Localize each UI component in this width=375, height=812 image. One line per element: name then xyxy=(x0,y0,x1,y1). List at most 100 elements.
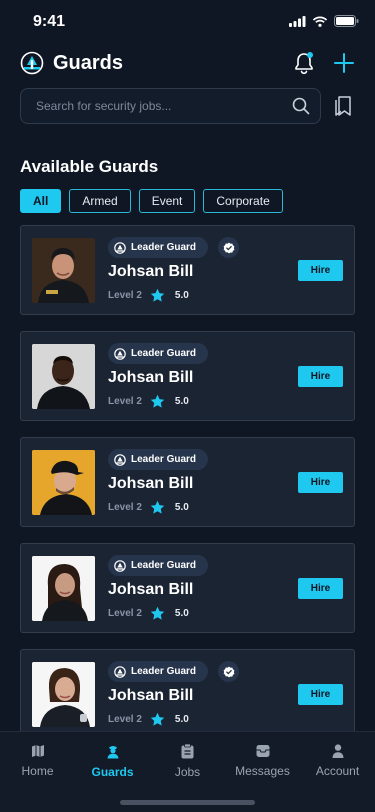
nav-home-label: Home xyxy=(21,764,54,778)
guard-meta: Level 2 5.0 xyxy=(108,712,189,727)
search-input[interactable] xyxy=(36,99,292,113)
guard-badge-icon xyxy=(114,559,126,572)
notifications-button[interactable] xyxy=(293,51,315,75)
hire-button[interactable]: Hire xyxy=(298,260,343,281)
guard-icon xyxy=(107,746,118,759)
badge-label: Leader Guard xyxy=(131,454,197,465)
guard-level: Level 2 xyxy=(108,608,142,619)
star-icon xyxy=(150,606,165,620)
hire-button[interactable]: Hire xyxy=(298,472,343,493)
filter-armed[interactable]: Armed xyxy=(69,189,131,213)
guard-level: Level 2 xyxy=(108,396,142,407)
search-button[interactable] xyxy=(292,97,310,115)
search-box xyxy=(20,88,321,124)
guards-list: Leader Guard Johsan Bill Level 2 5.0 Hir… xyxy=(20,225,355,731)
guard-photo xyxy=(32,344,95,409)
guard-meta: Level 2 5.0 xyxy=(108,500,189,515)
guard-name: Johsan Bill xyxy=(108,263,194,280)
status-time: 9:41 xyxy=(33,13,66,30)
guard-rating: 5.0 xyxy=(174,608,189,619)
star-icon xyxy=(150,500,165,514)
guard-badge-icon xyxy=(114,347,126,360)
signal-icon xyxy=(289,15,306,27)
guard-rating: 5.0 xyxy=(174,396,189,407)
guard-card[interactable]: Leader Guard Johsan Bill Level 2 5.0 Hir… xyxy=(20,543,355,633)
filter-corporate[interactable]: Corporate xyxy=(203,189,283,213)
verified-icon xyxy=(223,242,234,253)
saved-jobs-button[interactable] xyxy=(331,94,355,118)
account-icon xyxy=(332,744,343,758)
header-actions xyxy=(293,51,355,75)
header: Guards xyxy=(20,48,355,78)
section-title: Available Guards xyxy=(20,157,159,176)
search-row xyxy=(20,88,355,124)
guard-level: Level 2 xyxy=(108,714,142,725)
leader-guard-badge: Leader Guard xyxy=(108,343,209,364)
hire-button[interactable]: Hire xyxy=(298,366,343,387)
leader-guard-badge: Leader Guard xyxy=(108,555,209,576)
hire-button[interactable]: Hire xyxy=(298,684,343,705)
search-icon xyxy=(292,97,310,115)
filter-chips: All Armed Event Corporate xyxy=(20,189,283,213)
verified-icon xyxy=(223,666,234,677)
guard-photo xyxy=(32,450,95,515)
guard-name: Johsan Bill xyxy=(108,581,194,598)
leader-guard-badge: Leader Guard xyxy=(108,237,209,258)
plus-icon xyxy=(334,53,354,73)
nav-home[interactable]: Home xyxy=(0,732,75,812)
guard-name: Johsan Bill xyxy=(108,369,194,386)
guard-card[interactable]: Leader Guard Johsan Bill Level 2 5.0 Hir… xyxy=(20,331,355,421)
bell-icon xyxy=(295,52,313,75)
status-icons xyxy=(289,15,359,27)
nav-jobs-label: Jobs xyxy=(174,765,201,779)
messages-icon xyxy=(256,745,269,757)
guard-rating: 5.0 xyxy=(174,714,189,725)
nav-account[interactable]: Account xyxy=(300,732,375,812)
guard-meta: Level 2 5.0 xyxy=(108,606,189,621)
guard-badge-icon xyxy=(114,241,126,254)
guard-photo xyxy=(32,238,95,303)
guard-card[interactable]: Leader Guard Johsan Bill Level 2 5.0 Hir… xyxy=(20,437,355,527)
guard-photo xyxy=(32,662,95,727)
battery-icon xyxy=(334,15,359,27)
star-icon xyxy=(150,712,165,726)
nav-guards-label: Guards xyxy=(91,765,134,779)
verified-badge xyxy=(218,661,239,682)
add-button[interactable] xyxy=(333,52,355,74)
guard-badge-icon xyxy=(114,453,126,466)
map-icon xyxy=(31,745,44,757)
guard-photo xyxy=(32,556,95,621)
guard-card[interactable]: Leader Guard Johsan Bill Level 2 5.0 Hir… xyxy=(20,649,355,731)
guard-rating: 5.0 xyxy=(174,502,189,513)
star-icon xyxy=(150,288,165,302)
guard-card[interactable]: Leader Guard Johsan Bill Level 2 5.0 Hir… xyxy=(20,225,355,315)
nav-messages-label: Messages xyxy=(235,764,290,778)
badge-label: Leader Guard xyxy=(131,348,197,359)
badge-label: Leader Guard xyxy=(131,560,197,571)
guard-name: Johsan Bill xyxy=(108,475,194,492)
status-bar: 9:41 xyxy=(0,0,375,44)
bottom-nav: Home Guards Jobs Messages Account xyxy=(0,731,375,812)
filter-all[interactable]: All xyxy=(20,189,62,213)
badge-label: Leader Guard xyxy=(131,666,197,677)
filter-event[interactable]: Event xyxy=(138,189,196,213)
wifi-icon xyxy=(312,16,328,27)
guard-meta: Level 2 5.0 xyxy=(108,394,189,409)
guard-level: Level 2 xyxy=(108,502,142,513)
leader-guard-badge: Leader Guard xyxy=(108,661,209,682)
page-title: Guards xyxy=(53,51,124,74)
bookmarks-icon xyxy=(335,96,351,116)
guard-meta: Level 2 5.0 xyxy=(108,288,189,303)
guard-name: Johsan Bill xyxy=(108,687,194,704)
jobs-icon xyxy=(181,744,194,759)
app-logo-icon xyxy=(20,51,44,75)
guard-level: Level 2 xyxy=(108,290,142,301)
verified-badge xyxy=(218,237,239,258)
home-indicator[interactable] xyxy=(120,800,255,805)
guard-badge-icon xyxy=(114,665,126,678)
guard-rating: 5.0 xyxy=(174,290,189,301)
hire-button[interactable]: Hire xyxy=(298,578,343,599)
star-icon xyxy=(150,394,165,408)
nav-account-label: Account xyxy=(315,764,360,778)
badge-label: Leader Guard xyxy=(131,242,197,253)
